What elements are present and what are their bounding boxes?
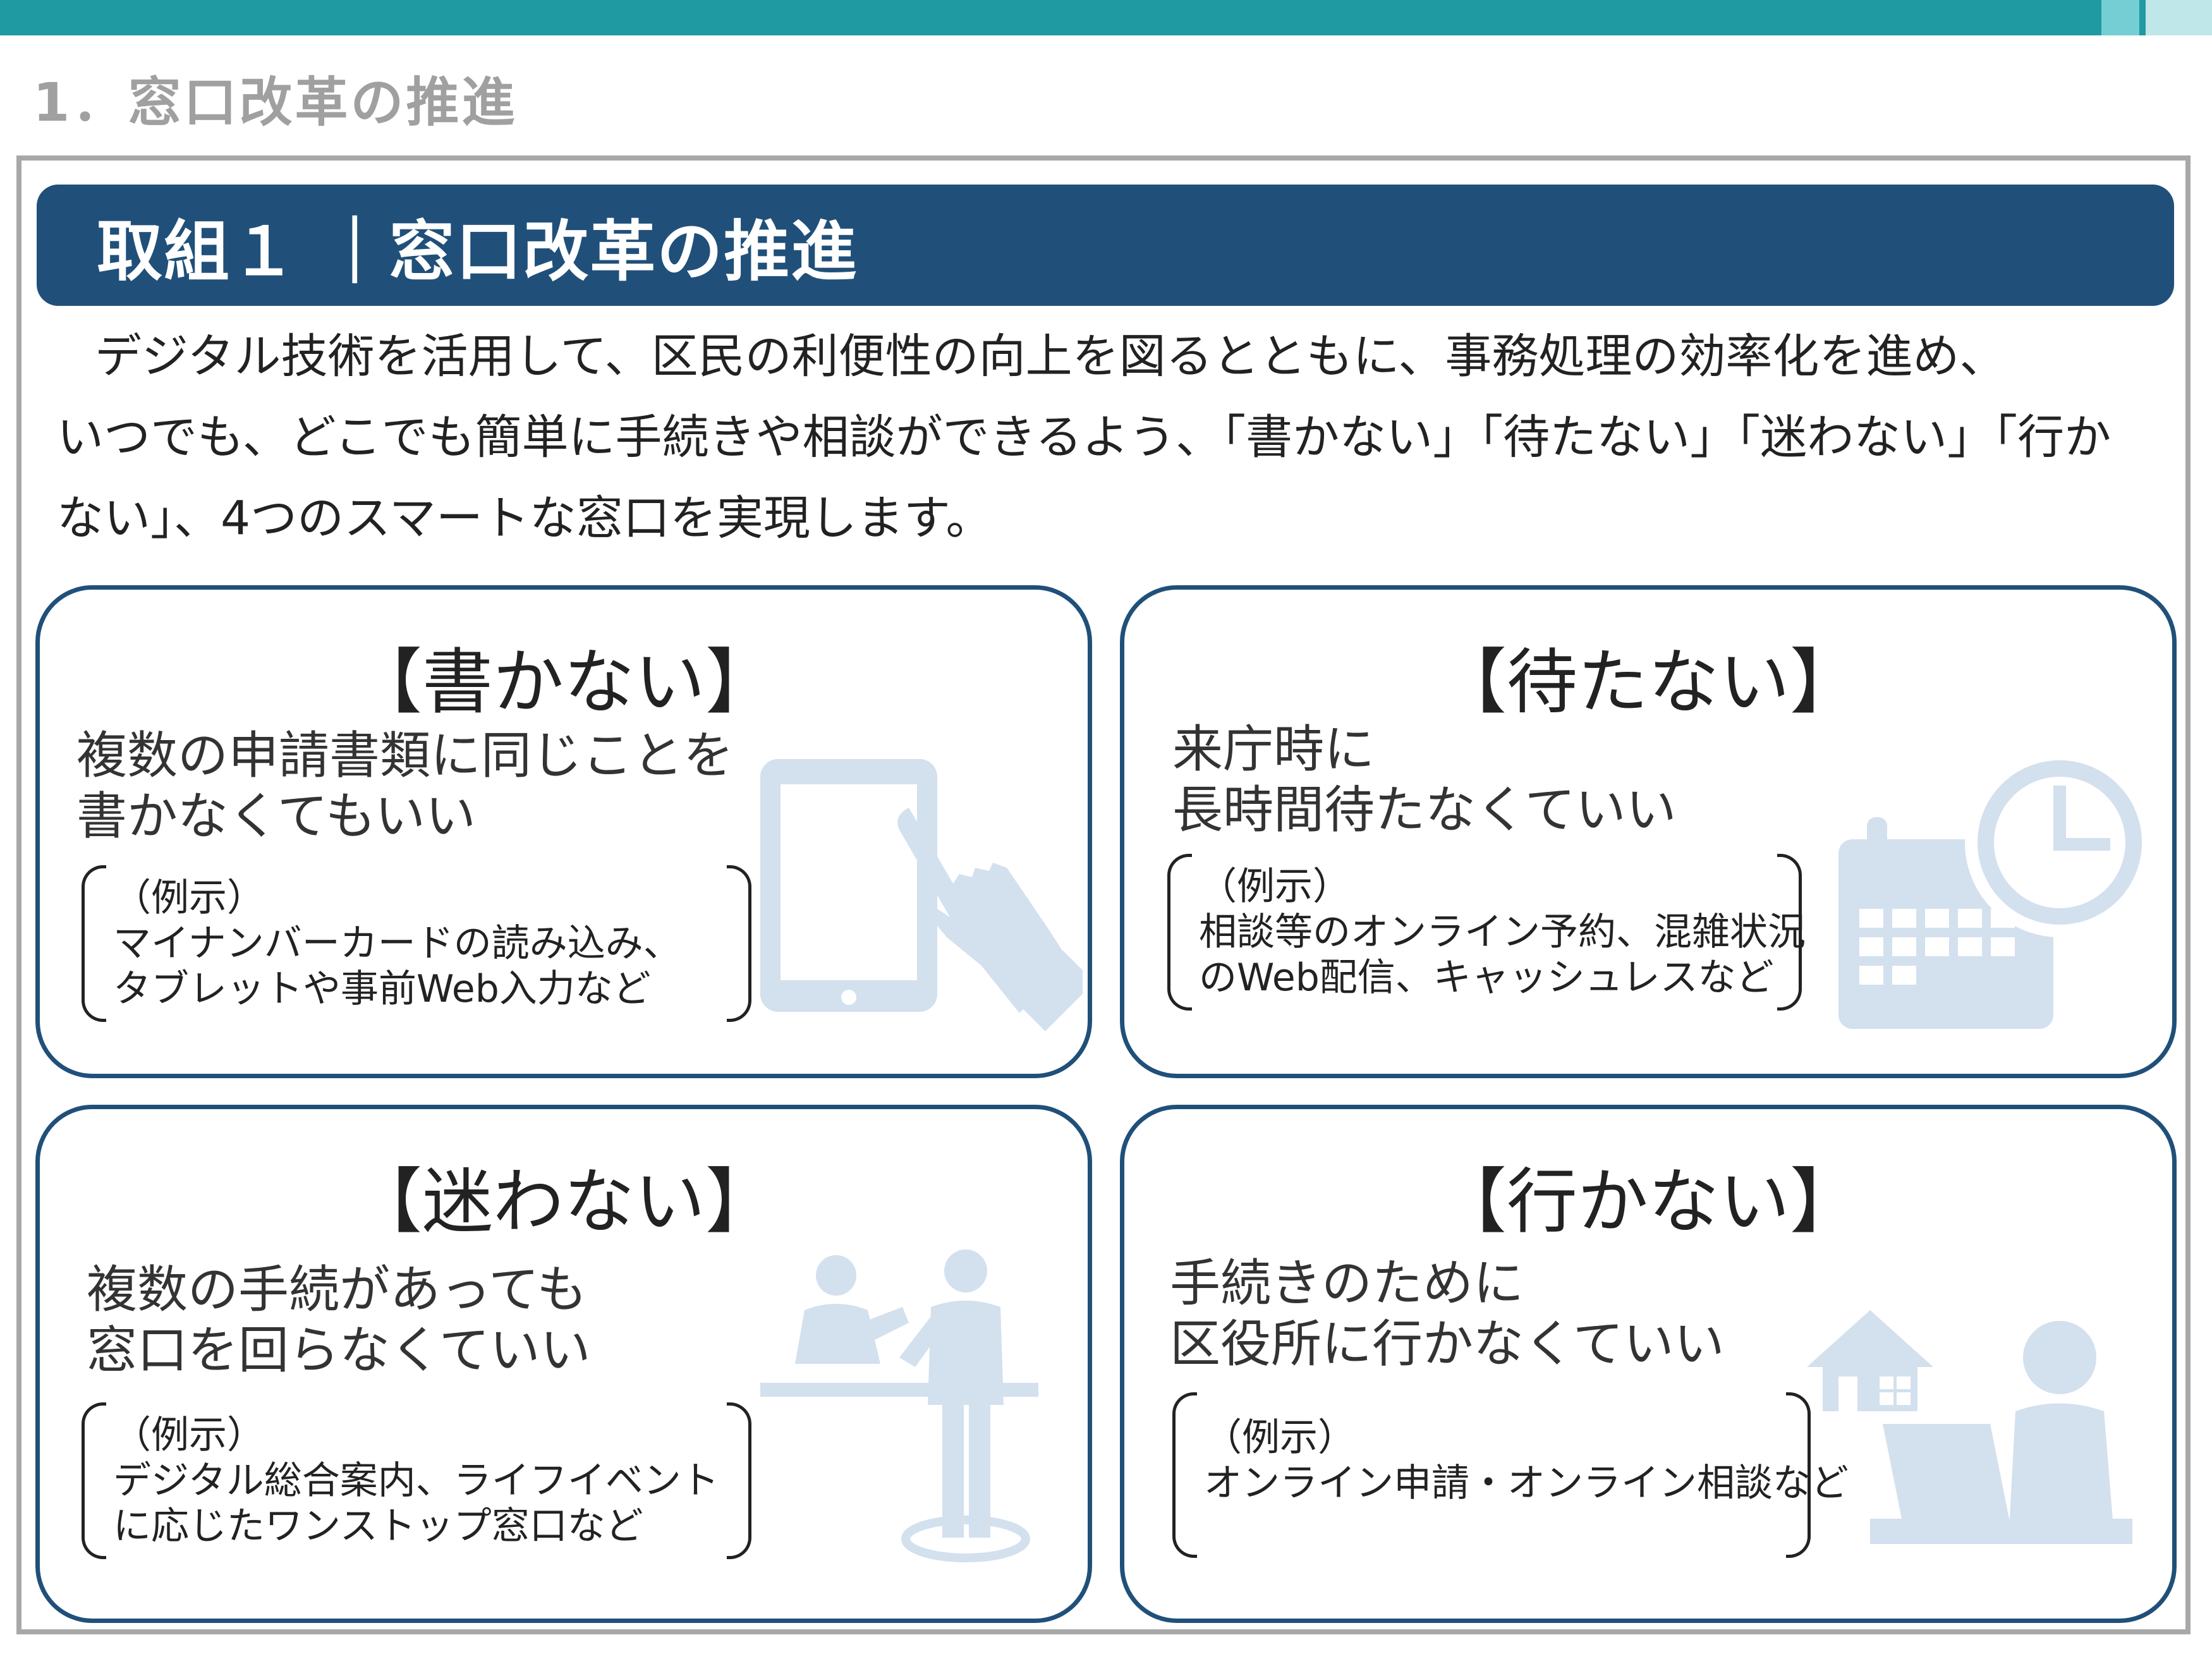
card-description: 複数の手続があっても 窓口を回らなくていい — [87, 1260, 591, 1381]
card-no-confusion: 【迷わない】 複数の手続があっても 窓口を回らなくていい （例示） デジタル総合… — [35, 1105, 1092, 1623]
example-box: （例示） デジタル総合案内、ライフイベント に応じたワンストップ窓口など — [82, 1402, 751, 1559]
intro-line: ない」、4つのスマートな窓口を実現します。 — [57, 491, 993, 545]
example-line: のWeb配信、キャッシュレスなど — [1199, 956, 1774, 1000]
card-title: 【待たない】 — [1436, 641, 1861, 724]
banner-title: 取組１ ｜窓口改革の推進 — [97, 212, 858, 290]
card-title: 【迷わない】 — [351, 1161, 776, 1243]
example-box: （例示） マイナンバーカードの読み込み、 タブレットや事前Web入力など — [82, 865, 751, 1022]
example-label: （例示） — [113, 876, 265, 920]
initiative-banner: 取組１ ｜窓口改革の推進 — [37, 185, 2174, 306]
example-label: （例示） — [113, 1413, 265, 1457]
counter-people-icon — [760, 1249, 1038, 1562]
home-laptop-icon — [1807, 1310, 2132, 1544]
card-no-writing: 【書かない】 複数の申請書類に同じことを 書かなくてもいい （例示） マイナンバ… — [35, 585, 1092, 1078]
card-description: 複数の申請書類に同じことを 書かなくてもいい — [76, 726, 734, 847]
card-description: 手続きのために 区役所に行かなくていい — [1170, 1253, 1725, 1375]
intro-line: デジタル技術を活用して、区民の利便性の向上を図るとともに、事務処理の効率化を進め… — [95, 329, 2007, 384]
card-description-line: 複数の申請書類に同じことを — [76, 726, 734, 785]
card-description: 来庁時に 長時間待たなくていい — [1172, 719, 1677, 841]
card-description-line: 区役所に行かなくていい — [1170, 1315, 1725, 1373]
example-label: （例示） — [1204, 1416, 1356, 1460]
card-no-visiting: 【行かない】 手続きのために 区役所に行かなくていい （例示） オンライン申請・… — [1120, 1105, 2177, 1623]
example-label: （例示） — [1199, 865, 1351, 909]
example-line: デジタル総合案内、ライフイベント — [113, 1459, 719, 1503]
example-line: 相談等のオンライン予約、混雑状況 — [1199, 910, 1806, 954]
card-title: 【書かない】 — [351, 641, 776, 724]
example-line: マイナンバーカードの読み込み、 — [113, 921, 681, 966]
top-accent-bar-segment — [2101, 0, 2139, 35]
example-line: タブレットや事前Web入力など — [113, 967, 651, 1011]
card-description-line: 手続きのために — [1170, 1254, 1524, 1313]
example-box: （例示） 相談等のオンライン予約、混雑状況 のWeb配信、キャッシュレスなど — [1167, 854, 1806, 1011]
intro-paragraph: デジタル技術を活用して、区民の利便性の向上を図るとともに、事務処理の効率化を進め… — [57, 316, 2168, 559]
example-box: （例示） オンライン申請・オンライン相談など — [1172, 1392, 1849, 1558]
intro-line: いつでも、どこでも簡単に手続きや相談ができるよう、「書かない」「待たない」「迷わ… — [57, 410, 2112, 465]
card-description-line: 窓口を回らなくていい — [87, 1321, 591, 1380]
tablet-hand-icon — [760, 759, 1083, 1031]
card-description-line: 書かなくてもいい — [76, 787, 476, 846]
top-accent-bar-segment — [2146, 0, 2212, 35]
card-description-line: 長時間待たなくていい — [1172, 781, 1677, 839]
example-line: オンライン申請・オンライン相談など — [1204, 1461, 1849, 1505]
top-accent-bar — [0, 0, 2212, 35]
calendar-clock-icon — [1838, 748, 2151, 1029]
card-description-line: 来庁時に — [1172, 720, 1375, 779]
card-no-waiting: 【待たない】 来庁時に 長時間待たなくていい （例示） 相談等のオンライン予約、… — [1120, 585, 2177, 1078]
card-description-line: 複数の手続があっても — [87, 1260, 587, 1319]
example-line: に応じたワンストップ窓口など — [113, 1504, 643, 1548]
section-title: 1．窓口改革の推進 — [33, 71, 518, 133]
card-title: 【行かない】 — [1436, 1161, 1861, 1243]
